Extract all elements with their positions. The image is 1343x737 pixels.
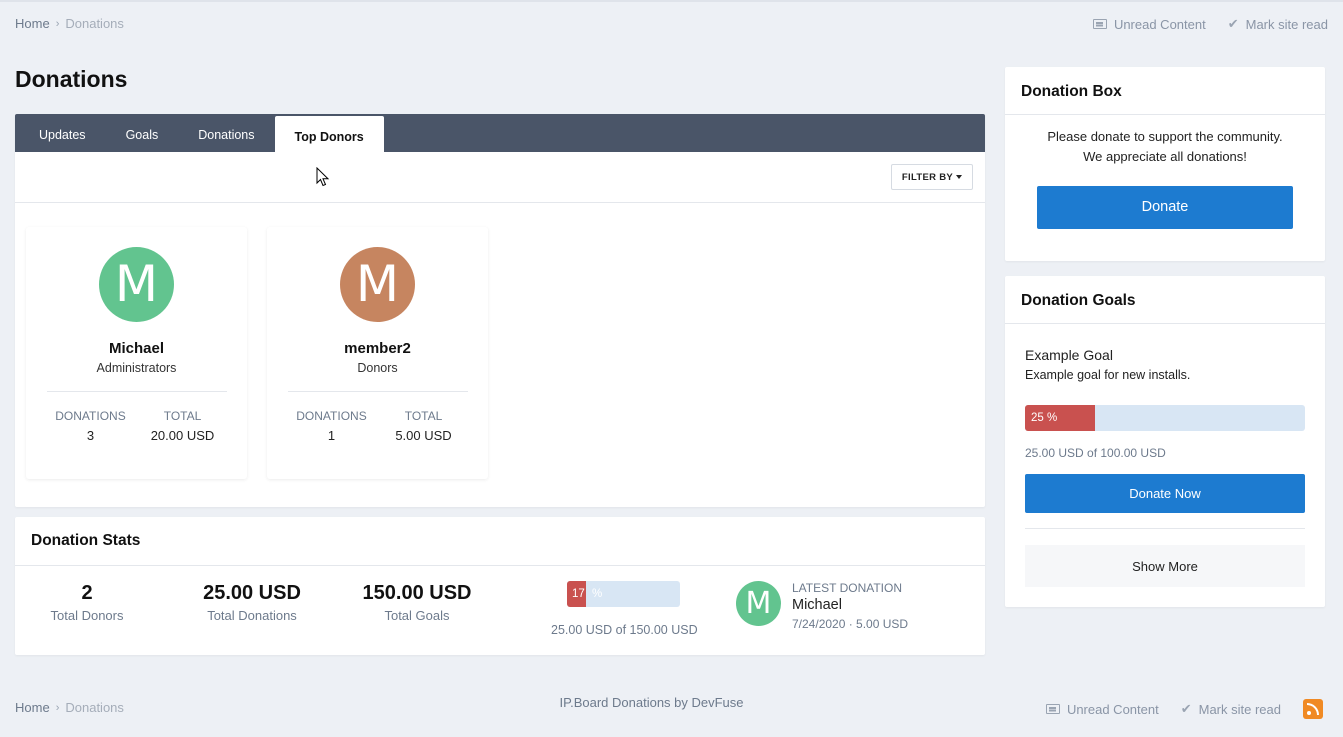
donation-goals-widget: Donation Goals Example Goal Example goal…	[1005, 276, 1325, 607]
donor-card[interactable]: M member2 Donors DONATIONS 1 TOTAL 5.00 …	[267, 227, 488, 479]
donor-donations-count: DONATIONS 3	[45, 409, 137, 443]
total-value: 5.00 USD	[395, 428, 452, 443]
latest-donation-info: LATEST DONATION Michael 7/24/2020 · 5.00…	[792, 581, 908, 631]
tab-goals[interactable]: Goals	[106, 114, 179, 152]
footer-links: Unread Content ✔ Mark site read	[1045, 699, 1323, 719]
donations-value: 3	[86, 428, 95, 443]
total-label: TOTAL	[163, 409, 202, 423]
donor-donations-count: DONATIONS 1	[286, 409, 378, 443]
total-donors-label: Total Donors	[50, 608, 124, 623]
donation-stats-title: Donation Stats	[15, 517, 985, 566]
goal-description: Example goal for new installs.	[1025, 368, 1191, 382]
goal-title[interactable]: Example Goal	[1025, 347, 1325, 363]
total-donations-label: Total Donations	[207, 608, 297, 623]
donor-total: TOTAL 5.00 USD	[378, 409, 470, 443]
mouse-cursor-icon	[316, 167, 330, 187]
page-title: Donations	[15, 66, 128, 92]
divider	[46, 391, 227, 392]
donor-total: TOTAL 20.00 USD	[137, 409, 229, 443]
donation-box-widget: Donation Box Please donate to support th…	[1005, 67, 1325, 261]
filter-by-label: FILTER BY	[901, 171, 953, 183]
show-more-button[interactable]: Show More	[1025, 545, 1305, 587]
unread-content-label: Unread Content	[1066, 701, 1159, 717]
total-label: TOTAL	[404, 409, 443, 423]
donor-name[interactable]: Michael	[26, 340, 247, 357]
latest-donation-detail: 7/24/2020 · 5.00 USD	[792, 617, 909, 631]
total-goals-label: Total Goals	[384, 608, 450, 623]
donor-group: Administrators	[96, 361, 177, 375]
divider	[287, 391, 468, 392]
goal-progress-bar: 25 %	[1025, 405, 1305, 431]
donation-box-line2: We appreciate all donations!	[1083, 149, 1247, 164]
total-progress-caption: 25.00 USD of 150.00 USD	[551, 623, 698, 637]
total-donors-value: 2	[81, 582, 93, 604]
mark-site-read-label: Mark site read	[1198, 701, 1281, 717]
filter-by-button[interactable]: FILTER BY	[890, 164, 973, 190]
donation-box-line1: Please donate to support the community.	[1047, 129, 1283, 144]
newspaper-icon	[1045, 704, 1060, 714]
total-goals-value: 150.00 USD	[362, 582, 472, 604]
latest-donor-name[interactable]: Michael	[792, 597, 908, 613]
donor-stats: DONATIONS 1 TOTAL 5.00 USD	[267, 409, 488, 443]
check-icon: ✔	[1180, 701, 1192, 716]
breadcrumb-home[interactable]: Home	[15, 16, 50, 31]
donations-value: 1	[327, 428, 336, 443]
total-value: 20.00 USD	[150, 428, 215, 443]
donations-label: DONATIONS	[55, 409, 126, 423]
breadcrumb-current: Donations	[65, 16, 124, 31]
donation-box-title: Donation Box	[1005, 67, 1325, 115]
check-icon: ✔	[1227, 16, 1239, 31]
avatar: M	[340, 247, 415, 322]
mark-site-read-label: Mark site read	[1245, 16, 1328, 32]
unread-content-link[interactable]: Unread Content	[1092, 16, 1206, 32]
top-donors-panel: Updates Goals Donations Top Donors FILTE…	[15, 114, 985, 507]
donor-name[interactable]: member2	[267, 340, 488, 357]
donor-stats: DONATIONS 3 TOTAL 20.00 USD	[26, 409, 247, 443]
tab-donations[interactable]: Donations	[178, 114, 274, 152]
newspaper-icon	[1092, 19, 1107, 29]
tab-top-donors[interactable]: Top Donors	[274, 116, 384, 152]
latest-donation-label: LATEST DONATION	[792, 581, 903, 595]
donation-stats-panel: Donation Stats 2 Total Donors 25.00 USD …	[15, 517, 985, 655]
mark-site-read-link[interactable]: ✔ Mark site read	[1181, 701, 1281, 717]
mark-site-read-link[interactable]: ✔ Mark site read	[1228, 16, 1328, 32]
tab-updates[interactable]: Updates	[19, 114, 106, 152]
donor-group: Donors	[357, 361, 398, 375]
unread-content-link[interactable]: Unread Content	[1045, 701, 1159, 717]
tab-bar: Updates Goals Donations Top Donors	[15, 114, 985, 152]
unread-content-label: Unread Content	[1113, 16, 1206, 32]
donor-card[interactable]: M Michael Administrators DONATIONS 3 TOT…	[26, 227, 247, 479]
total-donations-stat: 25.00 USD Total Donations	[187, 582, 317, 623]
avatar: M	[99, 247, 174, 322]
latest-donation: M LATEST DONATION Michael 7/24/2020 · 5.…	[736, 581, 908, 631]
donation-box-text: Please donate to support the community. …	[1005, 127, 1325, 167]
goal-progress-value: 25 %	[1031, 412, 1058, 424]
total-progress-suffix: %	[592, 588, 603, 600]
donation-goals-title: Donation Goals	[1005, 276, 1325, 324]
goal-progress-fill: 25 %	[1025, 405, 1095, 431]
donations-label: DONATIONS	[296, 409, 367, 423]
donate-button[interactable]: Donate	[1037, 186, 1293, 229]
total-donors-stat: 2 Total Donors	[37, 582, 137, 623]
top-links: Unread Content ✔ Mark site read	[1092, 16, 1328, 32]
donate-now-button[interactable]: Donate Now	[1025, 474, 1305, 513]
avatar[interactable]: M	[736, 581, 781, 626]
total-progress-value: 17	[572, 588, 585, 600]
breadcrumb-separator: ›	[55, 17, 60, 30]
total-progress-fill: 17	[567, 581, 586, 607]
total-donations-value: 25.00 USD	[203, 582, 301, 604]
divider	[1025, 528, 1305, 529]
total-goals-stat: 150.00 USD Total Goals	[347, 582, 487, 623]
filter-bar: FILTER BY	[15, 152, 985, 203]
caret-down-icon	[956, 175, 962, 179]
rss-icon[interactable]	[1303, 699, 1323, 719]
breadcrumb: Home › Donations	[15, 16, 124, 31]
goal-progress-caption: 25.00 USD of 100.00 USD	[1025, 446, 1166, 460]
total-progress-bar: 17 %	[567, 581, 680, 607]
